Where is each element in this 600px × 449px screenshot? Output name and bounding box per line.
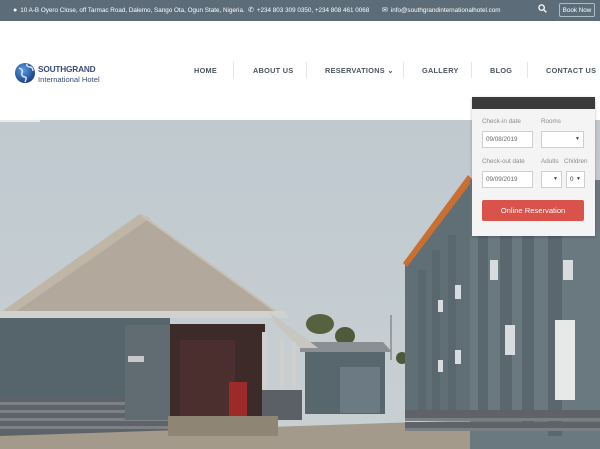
search-icon[interactable] — [538, 4, 547, 15]
nav-divider — [403, 62, 404, 78]
nav-divider — [233, 62, 234, 78]
globe-logo-icon[interactable] — [15, 59, 35, 87]
nav-about-us[interactable]: ABOUT US — [253, 66, 294, 75]
phone-icon: ✆ — [248, 7, 254, 14]
logo-subtitle: International Hotel — [38, 75, 100, 84]
adults-select[interactable]: ▼ — [541, 171, 562, 188]
nav-blog[interactable]: BLOG — [490, 66, 512, 75]
checkout-date-input[interactable]: 09/09/2019 — [482, 171, 533, 188]
logo-title[interactable]: SOUTHGRAND — [38, 64, 96, 74]
chevron-down-icon: ▼ — [553, 176, 558, 182]
address-text: 10 A-B Oyero Close, off Tarmac Road, Dal… — [20, 7, 245, 15]
nav-home[interactable]: HOME — [194, 66, 217, 75]
email-item[interactable]: ✉ info@southgrandinternationalhotel.com — [382, 0, 501, 21]
nav-contact-us[interactable]: CONTACT US — [546, 66, 596, 75]
children-value: 0 — [570, 176, 574, 183]
nav-divider — [306, 62, 307, 78]
online-reservation-button[interactable]: Online Reservation — [482, 200, 584, 221]
phone-item[interactable]: ✆ +234 803 309 0350, +234 808 461 0068 — [248, 0, 369, 21]
rooms-label: Rooms — [541, 118, 561, 125]
checkin-date-input[interactable]: 09/08/2019 — [482, 131, 533, 148]
book-now-button[interactable]: Book Now — [559, 3, 595, 17]
checkout-label: Check-out date — [482, 158, 525, 165]
nav-reservations[interactable]: RESERVATIONS ⌄ — [325, 66, 394, 75]
phone-text[interactable]: +234 803 309 0350, +234 808 461 0068 — [257, 7, 369, 14]
nav-divider — [527, 62, 528, 78]
map-marker-icon: ● — [13, 7, 18, 14]
address-item: ● 10 A-B Oyero Close, off Tarmac Road, Da… — [13, 0, 245, 21]
booking-widget: Check-in date 09/08/2019 Rooms ▼ Check-o… — [472, 97, 595, 236]
checkin-label: Check-in date — [482, 118, 521, 125]
chevron-down-icon: ▼ — [575, 136, 580, 142]
children-select[interactable]: 0 ▼ — [566, 171, 585, 188]
booking-widget-header — [472, 97, 595, 109]
nav-divider — [471, 62, 472, 78]
top-info-bar: ● 10 A-B Oyero Close, off Tarmac Road, Da… — [0, 0, 600, 21]
chevron-down-icon: ▼ — [576, 176, 581, 182]
children-label: Children — [564, 158, 588, 165]
adults-label: Adults — [541, 158, 559, 165]
nav-gallery[interactable]: GALLERY — [422, 66, 459, 75]
envelope-icon: ✉ — [382, 7, 388, 14]
email-text[interactable]: info@southgrandinternationalhotel.com — [391, 7, 501, 14]
rooms-select[interactable]: ▼ — [541, 131, 584, 148]
